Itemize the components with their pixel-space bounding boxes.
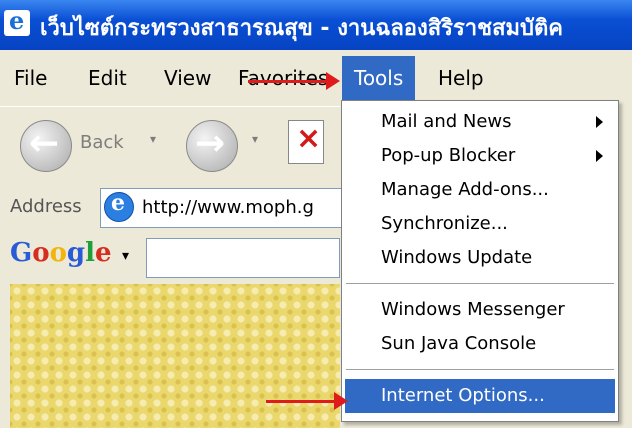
ie-icon xyxy=(4,6,30,36)
forward-dropdown-icon[interactable]: ▾ xyxy=(252,132,258,146)
menu-item-internet-options[interactable]: Internet Options... xyxy=(345,379,615,413)
menu-separator xyxy=(346,369,614,370)
menu-item-mail-and-news[interactable]: Mail and News xyxy=(345,105,615,139)
google-search-input[interactable] xyxy=(146,238,340,278)
menu-edit[interactable]: Edit xyxy=(88,66,127,90)
menu-item-label: Windows Update xyxy=(381,247,533,268)
stop-icon[interactable] xyxy=(288,120,324,164)
submenu-arrow-icon xyxy=(596,150,603,162)
menu-item-synchronize[interactable]: Synchronize... xyxy=(345,207,615,241)
menu-item-label: Windows Messenger xyxy=(381,299,565,320)
annotation-arrow-tools xyxy=(248,80,328,83)
menu-item-label: Manage Add-ons... xyxy=(381,179,549,200)
menu-item-manage-addons[interactable]: Manage Add-ons... xyxy=(345,173,615,207)
menu-view[interactable]: View xyxy=(164,66,211,90)
menu-item-label: Pop-up Blocker xyxy=(381,145,516,166)
page-icon xyxy=(104,190,134,222)
title-bar: เว็บไซต์กระทรวงสาธารณสุข - งานฉลองสิริรา… xyxy=(0,0,632,50)
back-label[interactable]: Back xyxy=(80,132,124,153)
tools-dropdown-menu: Mail and News Pop-up Blocker Manage Add-… xyxy=(341,100,619,422)
annotation-arrowhead-tools xyxy=(326,72,340,90)
menu-item-label: Mail and News xyxy=(381,111,512,132)
google-dropdown-icon[interactable]: ▾ xyxy=(122,248,129,264)
menu-item-popup-blocker[interactable]: Pop-up Blocker xyxy=(345,139,615,173)
menu-item-label: Synchronize... xyxy=(381,213,508,234)
menu-item-windows-update[interactable]: Windows Update xyxy=(345,241,615,275)
menu-tools[interactable]: Tools xyxy=(342,56,416,100)
menu-item-label: Sun Java Console xyxy=(381,333,537,354)
menu-favorites[interactable]: Favorites xyxy=(238,66,328,90)
page-content xyxy=(10,284,340,428)
submenu-arrow-icon xyxy=(596,116,603,128)
menu-separator xyxy=(346,283,614,284)
annotation-arrowhead-internet-options xyxy=(334,392,348,410)
menu-help[interactable]: Help xyxy=(438,66,484,90)
menu-file[interactable]: File xyxy=(14,66,47,90)
window-title: เว็บไซต์กระทรวงสาธารณสุข - งานฉลองสิริรา… xyxy=(40,16,563,41)
forward-icon[interactable] xyxy=(186,120,238,172)
menu-item-sun-java-console[interactable]: Sun Java Console xyxy=(345,327,615,361)
back-dropdown-icon[interactable]: ▾ xyxy=(150,132,156,146)
google-logo[interactable]: Google xyxy=(10,238,112,268)
back-icon[interactable] xyxy=(20,120,72,172)
annotation-arrow-internet-options xyxy=(266,400,336,403)
menu-item-label: Internet Options... xyxy=(381,385,545,406)
address-url[interactable]: http://www.moph.g xyxy=(142,197,314,218)
menu-item-windows-messenger[interactable]: Windows Messenger xyxy=(345,293,615,327)
address-label: Address xyxy=(10,196,82,217)
